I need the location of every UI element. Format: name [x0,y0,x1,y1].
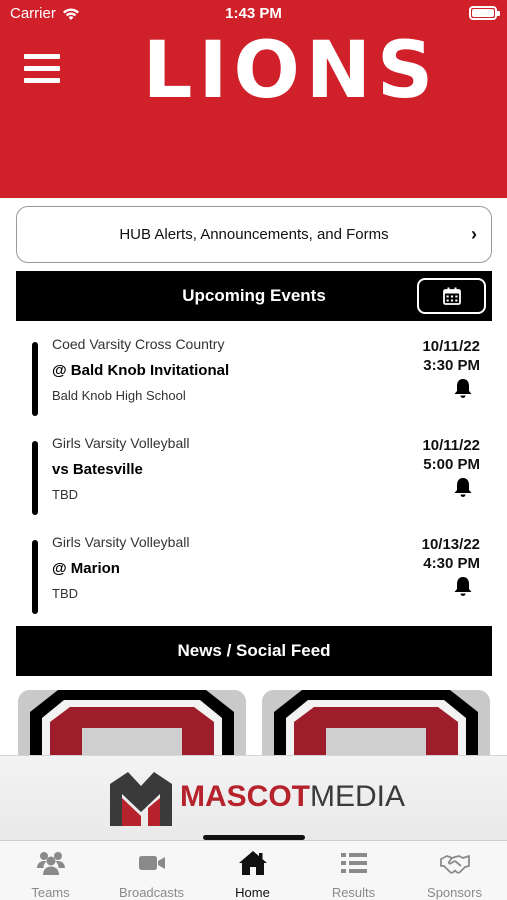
event-time: 4:30 PM [423,555,480,572]
teams-icon [37,852,65,875]
event-location: TBD [52,586,78,601]
bell-icon[interactable] [452,476,474,498]
bell-icon[interactable] [452,575,474,597]
tab-bar: Teams Broadcasts Home Results Sponsors [0,840,507,900]
event-date: 10/11/22 [422,437,480,454]
event-sport: Girls Varsity Volleyball [52,534,190,550]
event-sport: Girls Varsity Volleyball [52,435,190,451]
event-opponent: vs Batesville [52,461,143,478]
tab-label: Broadcasts [118,885,185,900]
list-icon [341,853,367,873]
sponsor-name-part2: MEDIA [310,780,406,813]
event-date: 10/13/22 [421,536,480,553]
event-opponent: @ Bald Knob Invitational [52,362,230,379]
news-feed-title: News / Social Feed [177,641,331,660]
tab-label: Results [331,885,376,900]
tab-results[interactable]: Results [303,841,404,900]
tab-home[interactable]: Home [202,841,303,900]
event-location: Bald Knob High School [52,388,186,403]
sponsor-name-part1: MASCOT [180,780,310,813]
hub-alerts-button[interactable]: HUB Alerts, Announcements, and Forms › [16,206,492,263]
event-datetime: 10/11/22 3:30 PM [422,337,480,375]
hub-alerts-label: HUB Alerts, Announcements, and Forms [119,226,389,243]
tab-label: Sponsors [427,885,482,900]
event-opponent: @ Marion [52,560,120,577]
event-time: 5:00 PM [423,456,480,473]
tab-sponsors[interactable]: Sponsors [404,841,505,900]
tab-label: Teams [31,885,70,900]
app-header: Carrier 1:43 PM LIONS [0,0,507,198]
chevron-right-icon: › [471,224,477,244]
tab-teams[interactable]: Teams [0,841,101,900]
tab-broadcasts[interactable]: Broadcasts [101,841,202,900]
event-sport: Coed Varsity Cross Country [52,336,225,352]
event-accent-bar [32,342,38,416]
event-accent-bar [32,441,38,515]
event-datetime: 10/13/22 4:30 PM [422,535,480,573]
event-date: 10/11/22 [422,338,480,355]
event-datetime: 10/11/22 5:00 PM [422,436,480,474]
handshake-icon [440,855,470,874]
event-item[interactable]: Girls Varsity Volleyball vs Batesville T… [16,435,492,525]
event-accent-bar [32,540,38,614]
calendar-icon [442,287,461,305]
upcoming-events-header: Upcoming Events [16,271,492,321]
tab-label: Home [235,885,270,900]
team-logo: LIONS [142,26,440,116]
event-item[interactable]: Girls Varsity Volleyball @ Marion TBD 10… [16,534,492,624]
event-item[interactable]: Coed Varsity Cross Country @ Bald Knob I… [16,336,492,426]
home-icon [239,851,267,875]
sponsor-name: MASCOTMEDIA [180,780,405,814]
event-time: 3:30 PM [423,357,480,374]
video-camera-icon [139,856,165,870]
mascot-media-logo-icon [110,772,172,826]
battery-icon [469,6,500,20]
calendar-button[interactable] [417,278,486,314]
hamburger-menu-icon[interactable] [24,54,60,86]
status-bar: Carrier 1:43 PM [0,0,507,28]
bell-icon[interactable] [452,377,474,399]
sponsor-banner[interactable]: MASCOTMEDIA [0,755,507,840]
event-location: TBD [52,487,78,502]
upcoming-events-title: Upcoming Events [182,286,326,305]
status-time: 1:43 PM [225,5,282,22]
news-feed-header: News / Social Feed [16,626,492,676]
